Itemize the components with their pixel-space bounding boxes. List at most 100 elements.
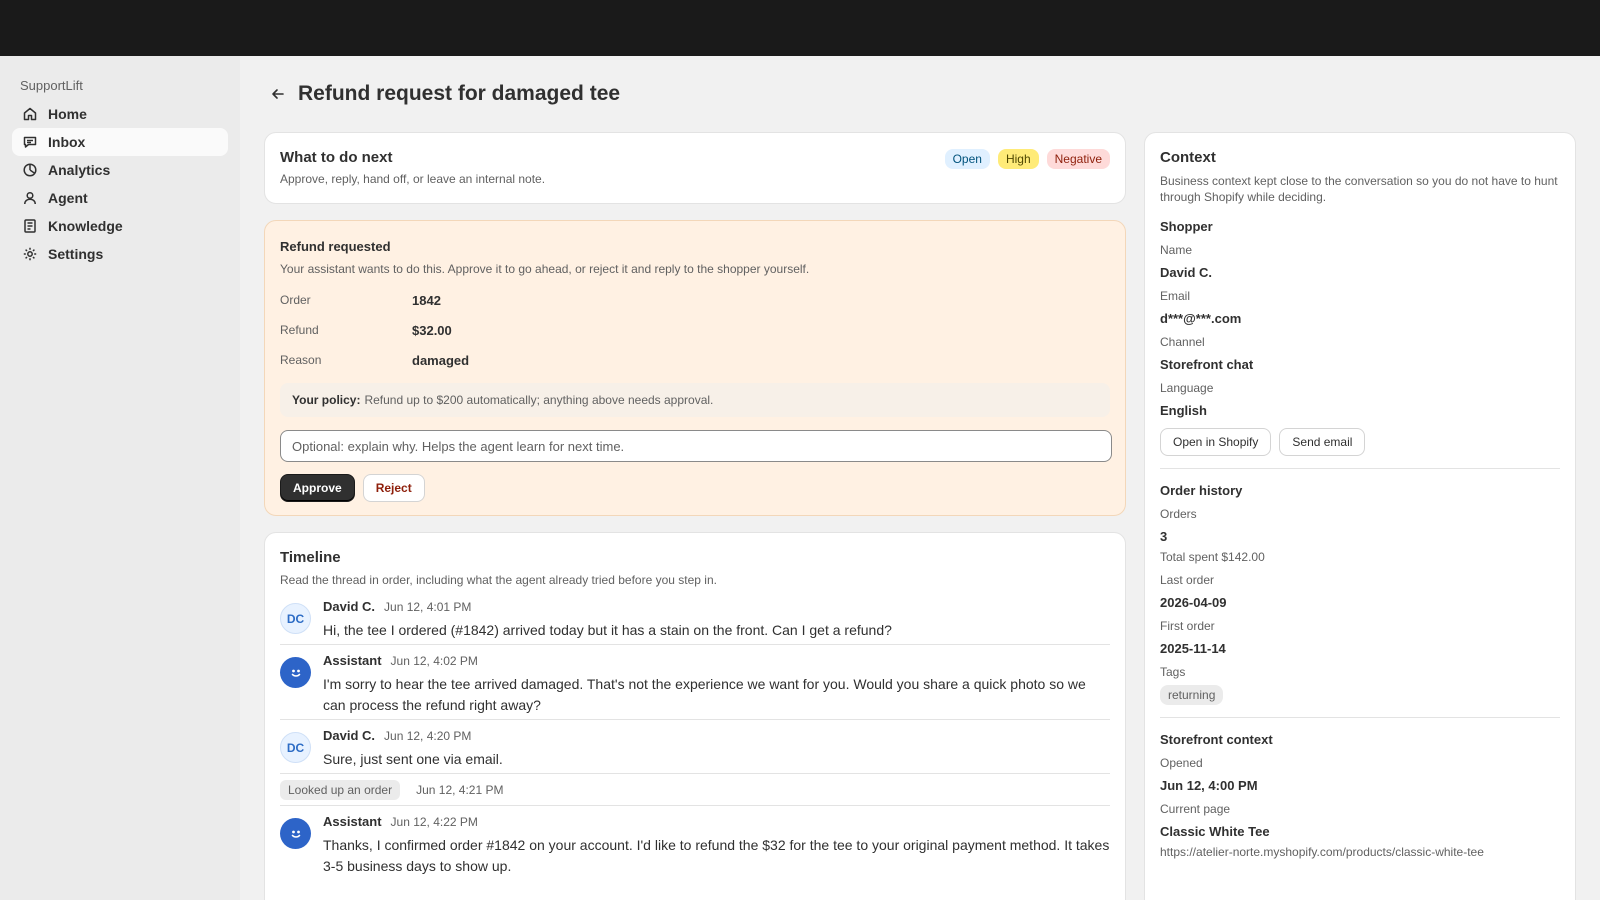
message-author: Assistant bbox=[323, 653, 382, 668]
field-label: Last order bbox=[1160, 573, 1215, 587]
avatar bbox=[280, 818, 311, 849]
field-label: Email bbox=[1160, 289, 1191, 303]
approve-button[interactable]: Approve bbox=[280, 474, 355, 502]
order-history-title: Order history bbox=[1160, 483, 1243, 498]
timeline-message: Assistant Jun 12, 4:02 PM I'm sorry to h… bbox=[280, 645, 1110, 720]
timeline-card: Timeline Read the thread in order, inclu… bbox=[264, 532, 1126, 900]
context-subtitle: Business context kept close to the conve… bbox=[1160, 174, 1558, 204]
context-card: Context Business context kept close to t… bbox=[1144, 132, 1576, 900]
context-title: Context bbox=[1160, 149, 1216, 166]
field-label: Name bbox=[1160, 243, 1193, 257]
shopper-channel: Storefront chat bbox=[1160, 357, 1254, 372]
sidebar-item-analytics[interactable]: Analytics bbox=[12, 156, 228, 184]
message-text: Sure, just sent one via email. bbox=[323, 751, 503, 767]
top-bar bbox=[0, 0, 1600, 56]
page-title: Refund request for damaged tee bbox=[298, 82, 621, 105]
message-time: Jun 12, 4:20 PM bbox=[384, 729, 472, 743]
divider bbox=[1160, 717, 1560, 718]
message-time: Jun 12, 4:02 PM bbox=[390, 654, 478, 668]
sidebar-item-label: Settings bbox=[48, 246, 104, 262]
refund-details: Order 1842 Refund $32.00 Reason damaged bbox=[280, 285, 1110, 375]
refund-row-reason: Reason damaged bbox=[280, 345, 1110, 375]
avatar: DC bbox=[280, 732, 311, 763]
customer-tag: returning bbox=[1160, 685, 1224, 705]
order-count: 3 bbox=[1160, 529, 1168, 544]
sidebar-item-label: Agent bbox=[48, 190, 88, 206]
timeline-message: DC David C. Jun 12, 4:01 PM Hi, the tee … bbox=[280, 591, 1110, 645]
field-label: First order bbox=[1160, 619, 1215, 633]
refund-title: Refund requested bbox=[280, 239, 391, 254]
back-button[interactable] bbox=[266, 82, 290, 106]
knowledge-icon bbox=[24, 219, 36, 233]
divider bbox=[1160, 468, 1560, 469]
refund-row-label: Refund bbox=[280, 323, 319, 337]
analytics-icon bbox=[23, 163, 37, 177]
timeline-event: Looked up an order Jun 12, 4:21 PM bbox=[280, 774, 1110, 806]
timeline-title: Timeline bbox=[280, 549, 341, 566]
message-author: Assistant bbox=[323, 814, 382, 829]
policy-note: Your policy: Refund up to $200 automatic… bbox=[280, 383, 1110, 417]
timeline-subtitle: Read the thread in order, including what… bbox=[280, 573, 717, 587]
refund-row-value: $32.00 bbox=[412, 322, 452, 338]
message-author: David C. bbox=[323, 728, 376, 743]
refund-request-card: Refund requested Your assistant wants to… bbox=[264, 220, 1126, 516]
arrow-left-icon bbox=[272, 89, 284, 99]
next-steps-card: What to do next Approve, reply, hand off… bbox=[264, 132, 1126, 204]
total-spent: Total spent $142.00 bbox=[1160, 550, 1265, 564]
field-label: Current page bbox=[1160, 802, 1231, 816]
field-label: Orders bbox=[1160, 507, 1197, 521]
home-icon bbox=[23, 107, 37, 121]
reject-button[interactable]: Reject bbox=[362, 474, 425, 502]
sidebar-item-label: Home bbox=[48, 106, 87, 122]
sidebar-item-agent[interactable]: Agent bbox=[12, 184, 228, 212]
message-text: Hi, the tee I ordered (#1842) arrived to… bbox=[323, 622, 892, 638]
session-opened: Jun 12, 4:00 PM bbox=[1160, 778, 1258, 793]
inbox-icon bbox=[23, 136, 37, 148]
current-page-title: Classic White Tee bbox=[1160, 824, 1270, 839]
status-badge: Open bbox=[944, 149, 990, 169]
status-badges: Open High Negative bbox=[944, 149, 1110, 169]
sidebar-item-home[interactable]: Home bbox=[12, 100, 228, 128]
policy-text: Refund up to $200 automatically; anythin… bbox=[364, 393, 714, 407]
sidebar-item-inbox[interactable]: Inbox bbox=[12, 128, 228, 156]
main-content: Refund request for damaged tee What to d… bbox=[240, 56, 1600, 900]
message-author: David C. bbox=[323, 599, 376, 614]
policy-label: Your policy: bbox=[292, 393, 361, 407]
message-time: Jun 12, 4:01 PM bbox=[384, 600, 472, 614]
refund-subtitle: Your assistant wants to do this. Approve… bbox=[280, 262, 810, 276]
message-text: Thanks, I confirmed order #1842 on your … bbox=[323, 837, 1110, 874]
refund-row-order: Order 1842 bbox=[280, 285, 1110, 315]
assistant-smile-icon bbox=[291, 830, 300, 838]
agent-icon bbox=[24, 191, 36, 205]
shopper-name: David C. bbox=[1160, 265, 1213, 280]
field-label: Opened bbox=[1160, 756, 1203, 770]
assistant-smile-icon bbox=[291, 669, 300, 677]
sidebar-item-label: Analytics bbox=[48, 162, 111, 178]
gear-icon bbox=[23, 247, 37, 261]
current-page-url[interactable]: https://atelier-norte.myshopify.com/prod… bbox=[1160, 845, 1560, 859]
avatar: DC bbox=[280, 603, 311, 634]
field-label: Tags bbox=[1160, 665, 1186, 679]
last-order-date: 2026-04-09 bbox=[1160, 595, 1227, 610]
shopper-email: d***@***.com bbox=[1160, 311, 1242, 326]
shopper-section-title: Shopper bbox=[1160, 219, 1213, 234]
field-label: Channel bbox=[1160, 335, 1205, 349]
priority-badge: High bbox=[997, 149, 1039, 169]
sidebar-item-settings[interactable]: Settings bbox=[12, 240, 228, 268]
sidebar: SupportLift Home Inbox Analytics Agent K… bbox=[0, 56, 240, 900]
decision-buttons: Approve Reject bbox=[280, 474, 1110, 502]
open-in-shopify-button[interactable]: Open in Shopify bbox=[1160, 428, 1272, 456]
page-header: Refund request for damaged tee bbox=[266, 80, 620, 108]
refund-row-value: 1842 bbox=[412, 292, 441, 308]
sidebar-item-label: Inbox bbox=[48, 134, 86, 150]
send-email-button[interactable]: Send email bbox=[1279, 428, 1366, 456]
refund-row-value: damaged bbox=[412, 352, 470, 368]
timeline-message: DC David C. Jun 12, 4:20 PM Sure, just s… bbox=[280, 720, 1110, 774]
event-time: Jun 12, 4:21 PM bbox=[416, 782, 504, 797]
sidebar-item-knowledge[interactable]: Knowledge bbox=[12, 212, 228, 240]
field-label: Language bbox=[1160, 381, 1214, 395]
first-order-date: 2025-11-14 bbox=[1160, 641, 1226, 656]
decision-note-input[interactable] bbox=[280, 430, 1112, 462]
message-text: I'm sorry to hear the tee arrived damage… bbox=[323, 676, 1086, 713]
refund-row-label: Order bbox=[280, 293, 311, 307]
